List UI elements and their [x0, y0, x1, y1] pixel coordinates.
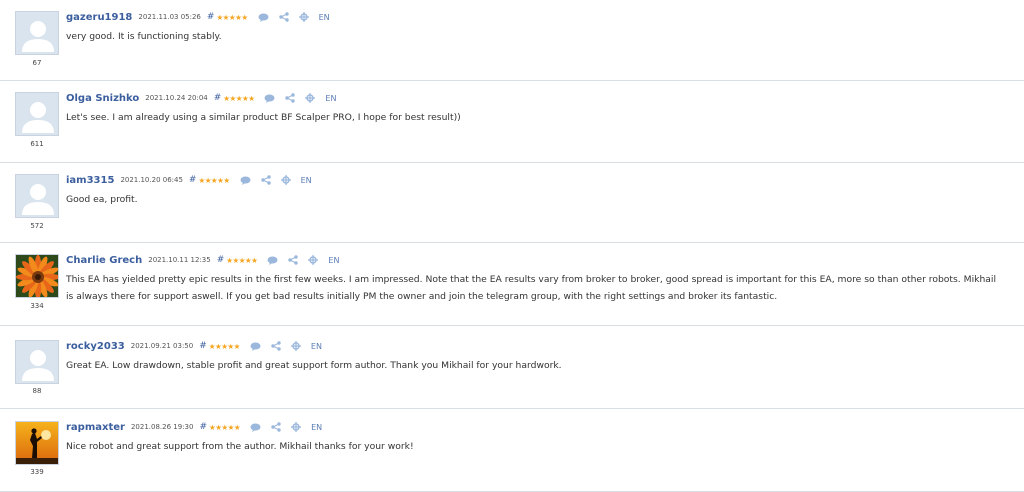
default-user-avatar-icon	[16, 341, 58, 383]
share-icon[interactable]	[278, 12, 289, 22]
avatar[interactable]	[15, 254, 59, 298]
share-icon[interactable]	[271, 341, 281, 351]
author-rating-count: 67	[32, 59, 42, 67]
user-photo	[16, 255, 58, 297]
comment-icon[interactable]	[264, 94, 275, 103]
translate-icon[interactable]	[305, 93, 316, 103]
comment-icon[interactable]	[267, 256, 278, 265]
permalink-hash[interactable]: #	[207, 12, 215, 22]
permalink-hash[interactable]: #	[199, 341, 207, 351]
review-item: 611 Olga Snizhko 2021.10.24 20:04 # ★★★★★ EN L…	[0, 81, 1024, 163]
permalink-hash[interactable]: #	[217, 255, 225, 265]
translate-icon[interactable]	[298, 12, 309, 22]
comment-icon[interactable]	[250, 342, 261, 351]
star-rating: ★★★★★	[216, 12, 248, 22]
star-rating: ★★★★★	[208, 341, 241, 351]
review-text: This EA has yielded pretty epic results …	[66, 274, 997, 302]
star-rating: ★★★★★	[208, 422, 241, 432]
comment-icon[interactable]	[240, 176, 251, 185]
avatar[interactable]	[15, 421, 59, 465]
author-name-link[interactable]: Charlie Grech	[66, 255, 142, 266]
review-header: rapmaxter 2021.08.26 19:30 # ★★★★★ EN	[66, 420, 322, 434]
author-name-link[interactable]: gazeru1918	[66, 12, 132, 23]
language-link[interactable]: EN	[311, 342, 322, 351]
avatar[interactable]	[15, 340, 59, 384]
review-item: 339 rapmaxter 2021.08.26 19:30 # ★★★★★ EN Nice…	[0, 409, 1024, 492]
author-name-link[interactable]: iam3315	[66, 175, 114, 186]
language-link[interactable]: EN	[325, 94, 336, 103]
review-date: 2021.11.03 05:26	[138, 13, 201, 21]
author-name-link[interactable]: Olga Snizhko	[66, 93, 139, 104]
share-icon[interactable]	[271, 422, 281, 432]
review-date: 2021.10.24 20:04	[145, 94, 208, 102]
share-icon[interactable]	[288, 255, 299, 265]
language-link[interactable]: EN	[301, 176, 312, 185]
author-name-link[interactable]: rocky2033	[66, 341, 125, 352]
review-list: 67 gazeru1918 2021.11.03 05:26 # ★★★★★ EN very…	[0, 0, 1024, 492]
review-item: 334 Charlie Grech 2021.10.11 12:35 # ★★★★★ EN…	[0, 243, 1024, 326]
default-user-avatar-icon	[16, 175, 58, 217]
review-header: gazeru1918 2021.11.03 05:26 # ★★★★★ EN	[66, 10, 330, 24]
comment-icon[interactable]	[258, 13, 269, 22]
language-link[interactable]: EN	[319, 13, 330, 22]
translate-icon[interactable]	[280, 175, 291, 185]
author-rating-count: 572	[30, 222, 44, 230]
author-rating-count: 339	[30, 468, 44, 476]
review-text: Let's see. I am already using a similar …	[66, 112, 461, 123]
author-name-link[interactable]: rapmaxter	[66, 422, 125, 433]
language-link[interactable]: EN	[328, 256, 339, 265]
review-header: Olga Snizhko 2021.10.24 20:04 # ★★★★★ EN	[66, 91, 336, 105]
review-date: 2021.08.26 19:30	[130, 423, 194, 431]
star-rating: ★★★★★	[198, 175, 230, 185]
language-link[interactable]: EN	[311, 423, 322, 432]
permalink-hash[interactable]: #	[189, 175, 197, 185]
default-user-avatar-icon	[16, 12, 58, 54]
review-header: iam3315 2021.10.20 06:45 # ★★★★★ EN	[66, 173, 312, 187]
review-item: 67 gazeru1918 2021.11.03 05:26 # ★★★★★ EN very…	[0, 0, 1024, 81]
author-rating-count: 611	[30, 140, 44, 148]
translate-icon[interactable]	[291, 422, 302, 432]
share-icon[interactable]	[285, 93, 296, 103]
review-date: 2021.10.11 12:35	[148, 256, 211, 264]
review-date: 2021.10.20 06:45	[120, 176, 183, 184]
avatar[interactable]	[15, 174, 59, 218]
star-rating: ★★★★★	[223, 93, 255, 103]
translate-icon[interactable]	[290, 341, 301, 351]
review-date: 2021.09.21 03:50	[130, 342, 194, 350]
user-photo	[16, 422, 58, 464]
review-text: very good. It is functioning stably.	[66, 31, 222, 42]
review-item: 88 rocky2033 2021.09.21 03:50 # ★★★★★ EN Great…	[0, 326, 1024, 409]
translate-icon[interactable]	[308, 255, 319, 265]
permalink-hash[interactable]: #	[214, 93, 222, 103]
review-header: Charlie Grech 2021.10.11 12:35 # ★★★★★ EN	[66, 253, 339, 267]
review-text: Good ea, profit.	[66, 194, 138, 205]
share-icon[interactable]	[260, 175, 271, 185]
avatar[interactable]	[15, 92, 59, 136]
star-rating: ★★★★★	[226, 255, 258, 265]
default-user-avatar-icon	[16, 93, 58, 135]
author-rating-count: 88	[32, 387, 42, 395]
review-text: Nice robot and great support from the au…	[66, 441, 414, 452]
permalink-hash[interactable]: #	[199, 422, 207, 432]
author-rating-count: 334	[30, 302, 44, 310]
avatar[interactable]	[15, 11, 59, 55]
review-item: 572 iam3315 2021.10.20 06:45 # ★★★★★ EN Good e…	[0, 163, 1024, 243]
review-header: rocky2033 2021.09.21 03:50 # ★★★★★ EN	[66, 339, 322, 353]
comment-icon[interactable]	[250, 423, 261, 432]
review-text: Great EA. Low drawdown, stable profit an…	[66, 360, 562, 371]
